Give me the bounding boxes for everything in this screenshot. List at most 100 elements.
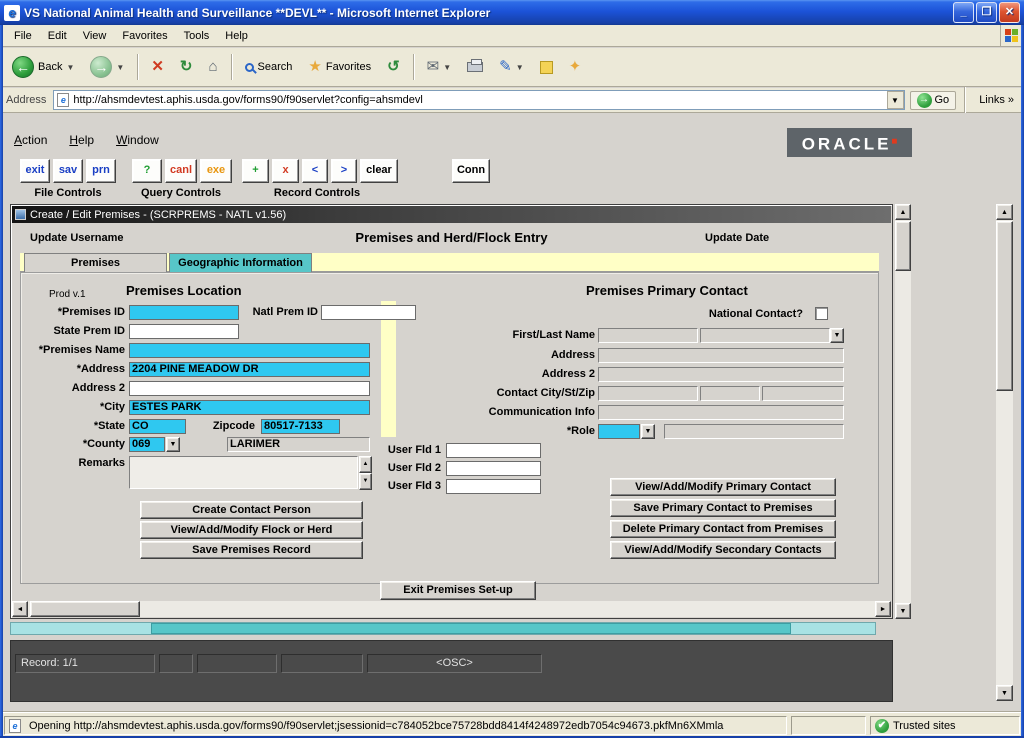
edit-button[interactable]: ✎ ▼ xyxy=(493,56,530,78)
back-dropdown-icon[interactable]: ▼ xyxy=(66,63,74,72)
tab-premises[interactable]: Premises xyxy=(24,253,167,272)
communication-info-field[interactable] xyxy=(598,405,844,420)
home-button[interactable]: ⌂ xyxy=(202,56,223,78)
exit-premises-setup-button[interactable]: Exit Premises Set-up xyxy=(380,581,536,600)
premises-name-field[interactable] xyxy=(129,343,370,358)
forward-button[interactable]: → ▼ xyxy=(84,53,130,81)
delete-primary-contact-button[interactable]: Delete Primary Contact from Premises xyxy=(610,520,836,538)
contact-state-field[interactable] xyxy=(700,386,760,401)
conn-button[interactable]: Conn xyxy=(452,159,490,183)
address-url[interactable]: http://ahsmdevtest.aphis.usda.gov/forms9… xyxy=(73,94,886,106)
remarks-field[interactable] xyxy=(129,456,358,489)
tab-geographic-information[interactable]: Geographic Information xyxy=(169,253,312,272)
links-button[interactable]: Links » xyxy=(973,94,1020,106)
role-dropdown-icon[interactable]: ▼ xyxy=(641,424,655,439)
save-premises-record-button[interactable]: Save Premises Record xyxy=(140,541,363,559)
last-name-field[interactable] xyxy=(700,328,830,343)
message-scrollbar[interactable] xyxy=(10,622,876,635)
city-field[interactable]: ESTES PARK xyxy=(129,400,370,415)
county-field[interactable]: 069 xyxy=(129,437,165,452)
forward-dropdown-icon[interactable]: ▼ xyxy=(116,63,124,72)
address-field[interactable]: 2204 PINE MEADOW DR xyxy=(129,362,370,377)
search-button[interactable]: Search xyxy=(239,58,299,76)
clear-button[interactable]: clear xyxy=(360,159,398,183)
menu-view[interactable]: View xyxy=(75,28,115,44)
cancel-query-button[interactable]: canl xyxy=(165,159,197,183)
scroll-up-icon[interactable]: ▲ xyxy=(996,204,1013,220)
applet-menu-window[interactable]: Window xyxy=(116,133,159,147)
discuss-button[interactable] xyxy=(534,58,559,77)
address-dropdown-icon[interactable]: ▼ xyxy=(887,91,904,109)
view-secondary-contacts-button[interactable]: View/Add/Modify Secondary Contacts xyxy=(610,541,836,559)
applet-menu-help[interactable]: Help xyxy=(69,133,94,147)
form-horizontal-scrollbar[interactable]: ◄ ► xyxy=(12,601,891,617)
applet-vertical-scrollbar[interactable]: ▲ ▼ xyxy=(996,204,1013,701)
menu-file[interactable]: File xyxy=(6,28,40,44)
menu-edit[interactable]: Edit xyxy=(40,28,75,44)
state-field[interactable]: CO xyxy=(129,419,186,434)
minimize-button[interactable]: _ xyxy=(953,2,974,23)
scroll-left-icon[interactable]: ◄ xyxy=(12,601,28,617)
menu-tools[interactable]: Tools xyxy=(176,28,218,44)
menu-favorites[interactable]: Favorites xyxy=(114,28,175,44)
maximize-button[interactable]: ❐ xyxy=(976,2,997,23)
role-name-field[interactable] xyxy=(664,424,844,439)
previous-record-button[interactable]: < xyxy=(302,159,328,183)
close-button[interactable]: ✕ xyxy=(999,2,1020,23)
role-field[interactable] xyxy=(598,424,640,439)
scroll-right-icon[interactable]: ► xyxy=(875,601,891,617)
first-name-field[interactable] xyxy=(598,328,698,343)
contact-zip-field[interactable] xyxy=(762,386,844,401)
user-fld3-field[interactable] xyxy=(446,479,541,494)
address2-field[interactable] xyxy=(129,381,370,396)
stop-button[interactable]: ✕ xyxy=(145,56,170,78)
refresh-button[interactable]: ↻ xyxy=(174,56,199,78)
add-record-button[interactable]: + xyxy=(242,159,269,183)
execute-query-button[interactable]: exe xyxy=(200,159,232,183)
zipcode-field[interactable]: 80517-7133 xyxy=(261,419,340,434)
save-primary-contact-button[interactable]: Save Primary Contact to Premises xyxy=(610,499,836,517)
back-button[interactable]: ← Back ▼ xyxy=(6,53,80,81)
premises-id-field[interactable] xyxy=(129,305,239,320)
vertical-scroll-thumb[interactable] xyxy=(895,221,911,271)
save-button[interactable]: sav xyxy=(53,159,83,183)
mail-dropdown-icon[interactable]: ▼ xyxy=(443,63,451,72)
history-button[interactable]: ↺ xyxy=(381,56,406,78)
address-input[interactable]: e http://ahsmdevtest.aphis.usda.gov/form… xyxy=(53,90,904,110)
contact-address2-field[interactable] xyxy=(598,367,844,382)
print-button[interactable] xyxy=(461,59,489,75)
form-window-titlebar[interactable]: Create / Edit Premises - (SCRPREMS - NAT… xyxy=(12,206,891,223)
favorites-button[interactable]: ★ Favorites xyxy=(302,56,377,78)
query-button[interactable]: ? xyxy=(132,159,162,183)
messenger-button[interactable]: ✦ xyxy=(563,56,588,78)
state-prem-id-field[interactable] xyxy=(129,324,239,339)
contact-city-field[interactable] xyxy=(598,386,698,401)
print-form-button[interactable]: prn xyxy=(86,159,116,183)
delete-record-button[interactable]: x xyxy=(272,159,299,183)
contact-address-field[interactable] xyxy=(598,348,844,363)
view-primary-contact-button[interactable]: View/Add/Modify Primary Contact xyxy=(610,478,836,496)
message-scroll-thumb[interactable] xyxy=(151,623,791,634)
menu-help[interactable]: Help xyxy=(217,28,256,44)
user-fld2-field[interactable] xyxy=(446,461,541,476)
mail-button[interactable]: ✉ ▼ xyxy=(421,56,458,78)
view-add-modify-flock-button[interactable]: View/Add/Modify Flock or Herd xyxy=(140,521,363,539)
links-chevron-icon[interactable]: » xyxy=(1008,94,1014,106)
national-contact-checkbox[interactable] xyxy=(815,307,828,320)
exit-button[interactable]: exit xyxy=(20,159,50,183)
form-vertical-scrollbar[interactable]: ▲ ▼ xyxy=(895,204,911,619)
natl-prem-id-field[interactable] xyxy=(321,305,416,320)
applet-scroll-thumb[interactable] xyxy=(996,221,1013,391)
user-fld1-field[interactable] xyxy=(446,443,541,458)
scroll-up-icon[interactable]: ▲ xyxy=(895,204,911,220)
create-contact-person-button[interactable]: Create Contact Person xyxy=(140,501,363,519)
county-dropdown-icon[interactable]: ▼ xyxy=(166,437,180,452)
go-button[interactable]: → Go xyxy=(910,91,957,110)
horizontal-scroll-thumb[interactable] xyxy=(30,601,140,617)
scroll-down-icon[interactable]: ▼ xyxy=(895,603,911,619)
next-record-button[interactable]: > xyxy=(331,159,357,183)
applet-menu-action[interactable]: Action xyxy=(14,133,47,147)
scroll-down-icon[interactable]: ▼ xyxy=(996,685,1013,701)
name-dropdown-icon[interactable]: ▼ xyxy=(830,328,844,343)
edit-dropdown-icon[interactable]: ▼ xyxy=(516,63,524,72)
